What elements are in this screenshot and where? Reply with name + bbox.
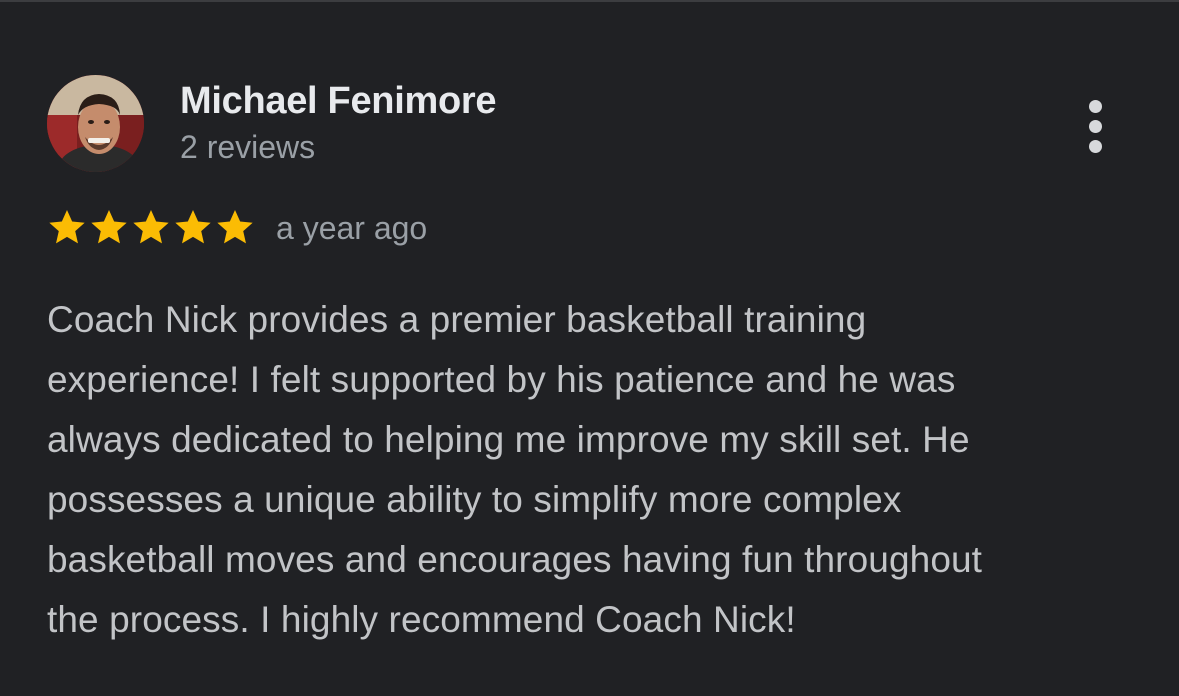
star-rating bbox=[47, 207, 255, 249]
star-icon bbox=[217, 210, 253, 244]
review-text: Coach Nick provides a premier basketball… bbox=[47, 290, 1147, 650]
avatar-photo bbox=[47, 75, 144, 172]
more-vertical-icon-dot bbox=[1088, 119, 1102, 133]
more-vertical-icon bbox=[1088, 99, 1102, 113]
review-text-line: possesses a unique ability to simplify m… bbox=[47, 479, 902, 520]
star-icon bbox=[175, 210, 211, 244]
review-card: Michael Fenimore 2 reviews a year ago Co… bbox=[0, 2, 1179, 696]
star-icon bbox=[133, 210, 169, 244]
review-text-line: experience! I felt supported by his pati… bbox=[47, 359, 956, 400]
review-text-line: Coach Nick provides a premier basketball… bbox=[47, 299, 867, 340]
review-text-line: basketball moves and encourages having f… bbox=[47, 539, 983, 580]
review-text-line: always dedicated to helping me improve m… bbox=[47, 419, 970, 460]
star-icon bbox=[91, 210, 127, 244]
review-date: a year ago bbox=[276, 210, 428, 246]
author-reviews-count[interactable]: 2 reviews bbox=[180, 129, 315, 166]
star-icon bbox=[49, 210, 85, 244]
more-vertical-icon-dot bbox=[1088, 139, 1102, 153]
author-name[interactable]: Michael Fenimore bbox=[180, 80, 496, 123]
more-options-button[interactable] bbox=[1074, 96, 1116, 156]
review-text-line: the process. I highly recommend Coach Ni… bbox=[47, 599, 796, 640]
author-avatar[interactable] bbox=[47, 75, 144, 172]
